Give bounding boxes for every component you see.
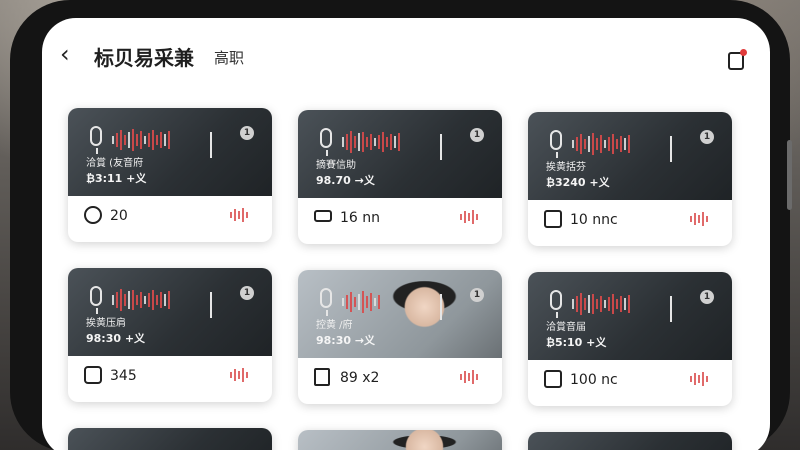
card-meta: 98:30 →义 bbox=[316, 334, 376, 347]
note-icon bbox=[544, 210, 562, 228]
card-meta: 98:30 +义 bbox=[86, 332, 146, 345]
waveform-icon bbox=[112, 128, 208, 152]
card-thumbnail: 1 挨黄括芬 ₿3240 +义 bbox=[528, 112, 732, 200]
card-thumbnail: 1 控黄 /府 98:30 →义 bbox=[298, 270, 502, 358]
playhead bbox=[210, 132, 212, 158]
card-title: 洽賞音届 bbox=[546, 322, 586, 333]
audio-wave-icon[interactable] bbox=[690, 372, 716, 386]
card-title: 挨黄括芬 bbox=[546, 162, 586, 173]
app-screen: ‹ 标贝易采兼 高职 1 洽賞 (友音府 ₿3:11 +义 20 1 摘賽信助 … bbox=[42, 18, 770, 450]
audio-card[interactable]: 1 挨黄括芬 ₿3240 +义 10 nnc bbox=[528, 112, 732, 246]
card-title: 摘賽信助 bbox=[316, 160, 356, 171]
waveform-icon bbox=[112, 288, 208, 312]
card-title: 挨黄压肩 bbox=[86, 318, 126, 329]
card-footer-count: 345 bbox=[110, 368, 137, 384]
card-meta: ₿3240 +义 bbox=[546, 176, 610, 189]
card-title: 控黄 /府 bbox=[316, 320, 353, 331]
playhead bbox=[440, 294, 442, 320]
playhead bbox=[440, 134, 442, 160]
card-thumbnail bbox=[298, 430, 502, 450]
card-footer-count: 20 bbox=[110, 208, 128, 224]
card-footer-count: 89 x2 bbox=[340, 370, 380, 386]
info-icon: 1 bbox=[470, 128, 484, 142]
card-grid: 1 洽賞 (友音府 ₿3:11 +义 20 1 摘賽信助 98.70 →义 16… bbox=[42, 18, 770, 450]
audio-card[interactable]: 1 控黄 /府 98:30 →义 89 x2 bbox=[298, 270, 502, 404]
card-title: 洽賞 (友音府 bbox=[86, 158, 144, 169]
audio-card[interactable]: 1 挨黄压肩 98:30 +义 345 bbox=[68, 268, 272, 402]
audio-card-partial[interactable] bbox=[528, 432, 732, 450]
info-icon: 1 bbox=[700, 130, 714, 144]
audio-wave-icon[interactable] bbox=[690, 212, 716, 226]
card-thumbnail: 1 摘賽信助 98.70 →义 bbox=[298, 110, 502, 198]
info-icon: 1 bbox=[470, 288, 484, 302]
audio-card-partial[interactable] bbox=[298, 430, 502, 450]
mic-icon bbox=[320, 128, 332, 156]
mic-icon bbox=[550, 290, 562, 318]
card-meta: ₿3:11 +义 bbox=[86, 172, 147, 185]
info-icon: 1 bbox=[240, 126, 254, 140]
thumbs-up-icon bbox=[314, 368, 330, 386]
waveform-icon bbox=[572, 292, 668, 316]
playhead bbox=[670, 136, 672, 162]
mic-icon bbox=[320, 288, 332, 316]
card-meta: 98.70 →义 bbox=[316, 174, 375, 187]
card-footer-count: 16 nn bbox=[340, 210, 381, 226]
audio-wave-icon[interactable] bbox=[460, 370, 486, 384]
share-icon bbox=[544, 370, 562, 388]
audio-wave-icon[interactable] bbox=[230, 208, 256, 222]
card-thumbnail: 1 挨黄压肩 98:30 +义 bbox=[68, 268, 272, 356]
playhead bbox=[670, 296, 672, 322]
mic-icon bbox=[550, 130, 562, 158]
smile-icon bbox=[84, 206, 102, 224]
info-icon: 1 bbox=[240, 286, 254, 300]
audio-card[interactable]: 1 摘賽信助 98.70 →义 16 nn bbox=[298, 110, 502, 244]
side-button bbox=[787, 140, 792, 210]
waveform-icon bbox=[342, 130, 438, 154]
card-thumbnail: 1 洽賞音届 ₿5:10 +义 bbox=[528, 272, 732, 360]
audio-card-partial[interactable] bbox=[68, 428, 272, 450]
audio-card[interactable]: 1 洽賞音届 ₿5:10 +义 100 nc bbox=[528, 272, 732, 406]
waveform-icon bbox=[572, 132, 668, 156]
card-meta: ₿5:10 +义 bbox=[546, 336, 607, 349]
card-thumbnail bbox=[528, 432, 732, 450]
card-thumbnail bbox=[68, 428, 272, 450]
card-footer-count: 100 nc bbox=[570, 372, 618, 388]
stack-icon bbox=[314, 210, 332, 222]
audio-wave-icon[interactable] bbox=[460, 210, 486, 224]
mic-icon bbox=[90, 126, 102, 154]
info-icon: 1 bbox=[700, 290, 714, 304]
audio-wave-icon[interactable] bbox=[230, 368, 256, 382]
mic-icon bbox=[90, 286, 102, 314]
waveform-icon bbox=[342, 290, 438, 314]
audio-card[interactable]: 1 洽賞 (友音府 ₿3:11 +义 20 bbox=[68, 108, 272, 242]
square-icon bbox=[84, 366, 102, 384]
card-thumbnail: 1 洽賞 (友音府 ₿3:11 +义 bbox=[68, 108, 272, 196]
playhead bbox=[210, 292, 212, 318]
card-footer-count: 10 nnc bbox=[570, 212, 618, 228]
